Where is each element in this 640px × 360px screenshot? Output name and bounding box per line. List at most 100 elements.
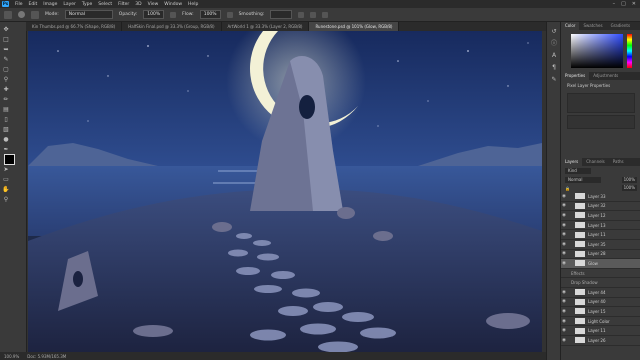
align-buttons[interactable] [567,115,635,129]
menu-item-image[interactable]: Image [43,2,57,7]
filter-kind-select[interactable]: Kind [565,168,591,174]
layer-row[interactable]: ◉ Layer 40 [561,298,640,308]
layer-row[interactable]: ◉ Layer 28 [561,250,640,260]
eyedropper-tool-icon[interactable]: ⚲ [2,76,10,84]
menu-item-type[interactable]: Type [82,2,92,7]
brush-settings-panel-icon[interactable]: ✎ [550,76,558,84]
smoothing-settings-icon[interactable] [298,11,305,18]
visibility-eye-icon[interactable]: ◉ [561,261,567,266]
crop-tool-icon[interactable]: ▢ [2,66,10,74]
layer-row[interactable]: ◉ Layer 44 [561,288,640,298]
brush-tool-icon[interactable]: ✏ [2,96,10,104]
tab-channels[interactable]: Channels [582,158,609,166]
layer-row[interactable]: ◉ Layer 32 [561,202,640,212]
tab-kin-thumbs[interactable]: Kin Thumbs.psd @ 66.7% (Shape, RGB/8) [26,22,123,31]
visibility-eye-icon[interactable]: ◉ [561,232,567,237]
layer-opacity-field[interactable]: 100% [621,177,637,183]
visibility-eye-icon[interactable]: ◉ [561,309,567,314]
canvas[interactable] [28,31,542,352]
visibility-eye-icon[interactable]: ◉ [561,338,567,343]
layer-row[interactable]: ◉ Layer 26 [561,336,640,346]
minimize-icon[interactable]: – [613,1,616,7]
brush-preset-icon[interactable] [18,11,25,18]
mode-select[interactable]: Normal [64,10,113,19]
layer-row[interactable]: ◉ Layer 33 [561,192,640,202]
visibility-eye-icon[interactable]: ◉ [561,319,567,324]
tab-properties[interactable]: Properties [561,72,590,80]
layer-row[interactable]: Effects [561,269,640,279]
pen-tool-icon[interactable]: ✒ [2,146,10,154]
history-icon[interactable]: ↺ [550,28,558,36]
quick-select-tool-icon[interactable]: ✎ [2,56,10,64]
tab-artworld[interactable]: ArtWorld 1 @ 33.3% (Layer 2, RGB/8) [222,22,310,31]
visibility-eye-icon[interactable]: ◉ [561,251,567,256]
zoom-level[interactable]: 100.9% [4,354,19,359]
pressure-opacity-icon[interactable] [170,11,177,18]
info-icon[interactable]: ⓘ [550,40,558,48]
menu-item-edit[interactable]: Edit [29,2,38,7]
hue-slider[interactable] [627,34,632,68]
opacity-field[interactable]: 100% [143,10,165,19]
menu-item-help[interactable]: Help [188,2,198,7]
visibility-eye-icon[interactable]: ◉ [561,203,567,208]
visibility-eye-icon[interactable]: ◉ [561,213,567,218]
symmetry-icon[interactable] [322,11,329,18]
layer-row[interactable]: Drop Shadow [561,278,640,288]
close-icon[interactable]: ✕ [632,1,636,7]
tab-swatches[interactable]: Swatches [579,22,606,30]
maximize-icon[interactable]: □ [621,1,626,7]
foreground-color-swatch[interactable] [4,154,15,165]
menu-item-3d[interactable]: 3D [135,2,141,7]
tab-adjustments[interactable]: Adjustments [589,72,622,80]
layer-row[interactable]: ◉ Layer 13 [561,221,640,231]
layer-row[interactable]: ◉ Light Color [561,317,640,327]
tab-gradients[interactable]: Gradients [607,22,635,30]
visibility-eye-icon[interactable]: ◉ [561,290,567,295]
character-icon[interactable]: A [550,52,558,60]
visibility-eye-icon[interactable]: ◉ [561,242,567,247]
transform-fields[interactable] [567,93,635,113]
angle-icon[interactable] [310,11,317,18]
tab-color[interactable]: Color [561,22,580,30]
brush-tool-icon[interactable] [4,10,12,19]
layer-row[interactable]: ◉ Layer 12 [561,211,640,221]
hand-tool-icon[interactable]: ✋ [2,186,10,194]
layer-row[interactable]: ◉ Glow [561,259,640,269]
clone-stamp-tool-icon[interactable]: ▤ [2,106,10,114]
menu-item-file[interactable]: File [15,2,23,7]
smoothing-field[interactable] [270,10,293,19]
tab-paths[interactable]: Paths [609,158,628,166]
lock-icons[interactable]: 🔒 [565,186,570,191]
menu-item-select[interactable]: Select [98,2,112,7]
path-select-tool-icon[interactable]: ➤ [2,166,10,174]
eraser-tool-icon[interactable]: ▯ [2,116,10,124]
marquee-tool-icon[interactable]: □ [2,36,10,44]
tab-halfskin-final[interactable]: HalfSkin Final.psd @ 33.3% (Group, RGB/8… [122,22,222,31]
airbrush-icon[interactable] [226,11,233,18]
visibility-eye-icon[interactable]: ◉ [561,328,567,333]
shape-tool-icon[interactable]: ▭ [2,176,10,184]
paragraph-icon[interactable]: ¶ [550,64,558,72]
menu-item-layer[interactable]: Layer [63,2,76,7]
visibility-eye-icon[interactable]: ◉ [561,194,567,199]
visibility-eye-icon[interactable]: ◉ [561,223,567,228]
tab-layers[interactable]: Layers [561,158,583,166]
layer-row[interactable]: ◉ Layer 11 [561,326,640,336]
menu-item-window[interactable]: Window [164,2,182,7]
gradient-tool-icon[interactable]: ▧ [2,126,10,134]
zoom-tool-icon[interactable]: ⚲ [2,196,10,204]
lasso-tool-icon[interactable]: ➥ [2,46,10,54]
layer-row[interactable]: ◉ Layer 15 [561,307,640,317]
layer-row[interactable]: ◉ Layer 35 [561,240,640,250]
color-picker-field[interactable] [571,34,623,68]
visibility-eye-icon[interactable]: ◉ [561,299,567,304]
healing-tool-icon[interactable]: ✚ [2,86,10,94]
flow-field[interactable]: 100% [199,10,221,19]
dodge-tool-icon[interactable]: ● [2,136,10,144]
layer-fill-field[interactable]: 100% [621,185,637,191]
tab-runestone[interactable]: Runestone.psd @ 101% (Glow, RGB/8) [309,22,400,31]
menu-item-filter[interactable]: Filter [118,2,129,7]
blend-mode-select[interactable]: Normal [565,177,601,183]
layer-row[interactable]: ◉ Layer 11 [561,230,640,240]
menu-item-view[interactable]: View [148,2,159,7]
